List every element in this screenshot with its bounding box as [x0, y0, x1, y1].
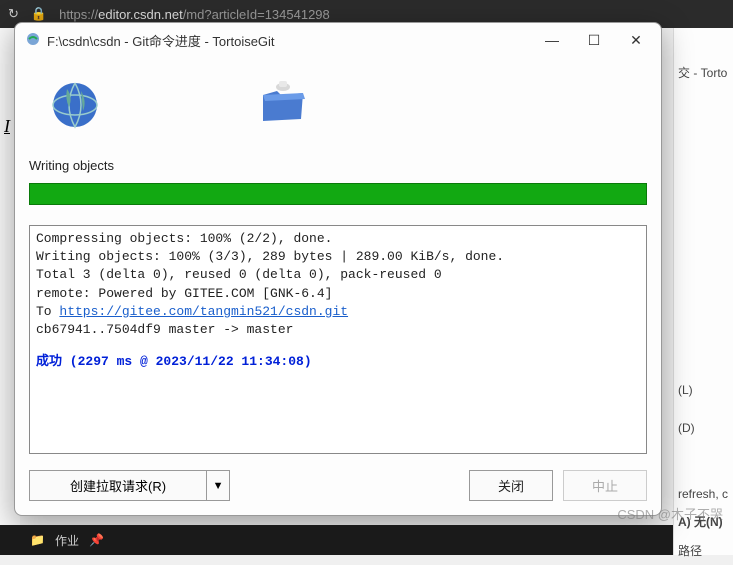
taskbar-pin-icon[interactable]: 📌: [89, 533, 104, 547]
close-window-button[interactable]: ✕: [615, 25, 657, 55]
bg-tab-fragment: 交 - Torto: [674, 58, 733, 87]
url-display[interactable]: https://editor.csdn.net/md?articleId=134…: [59, 7, 330, 22]
log-line: Compressing objects: 100% (2/2), done.: [36, 230, 640, 248]
folder-icon: [255, 77, 311, 134]
log-line: Writing objects: 100% (3/3), 289 bytes |…: [36, 248, 640, 266]
log-line: Total 3 (delta 0), reused 0 (delta 0), p…: [36, 266, 640, 284]
log-to-prefix: To: [36, 304, 59, 319]
progress-bar: [29, 183, 647, 205]
globe-icon: [49, 77, 105, 134]
minimize-button[interactable]: —: [531, 25, 573, 55]
titlebar: F:\csdn\csdn - Git命令进度 - TortoiseGit — ☐…: [15, 23, 661, 57]
log-success: 成功 (2297 ms @ 2023/11/22 11:34:08): [36, 353, 640, 371]
reload-icon[interactable]: ↻: [8, 6, 19, 22]
lock-icon: 🔒: [31, 6, 47, 22]
bg-right-panel: 交 - Torto (L) (D) refresh, c A) 无(N) 路径: [673, 28, 733, 555]
dropdown-arrow-icon[interactable]: ▼: [207, 471, 229, 500]
url-scheme: https://: [59, 7, 98, 22]
status-label: Writing objects: [29, 158, 647, 173]
maximize-button[interactable]: ☐: [573, 25, 615, 55]
remote-url-link[interactable]: https://gitee.com/tangmin521/csdn.git: [59, 304, 348, 319]
close-button[interactable]: 关闭: [469, 470, 553, 501]
bg-path-label: 路径: [674, 536, 733, 565]
log-line: remote: Powered by GITEE.COM [GNK-6.4]: [36, 285, 640, 303]
window-controls: — ☐ ✕: [531, 25, 657, 55]
taskbar-folder-label[interactable]: 作业: [55, 532, 79, 549]
url-host: editor.csdn.net: [98, 7, 183, 22]
log-line: cb67941..7504df9 master -> master: [36, 321, 640, 339]
button-row: 创建拉取请求(R) ▼ 关闭 中止: [29, 470, 647, 501]
log-line: To https://gitee.com/tangmin521/csdn.git: [36, 303, 640, 321]
url-path: /md?articleId=134541298: [183, 7, 330, 22]
taskbar-folder-icon[interactable]: 📁: [30, 533, 45, 547]
log-output[interactable]: Compressing objects: 100% (2/2), done. W…: [29, 225, 647, 454]
icon-row: [29, 67, 647, 152]
git-progress-dialog: F:\csdn\csdn - Git命令进度 - TortoiseGit — ☐…: [14, 22, 662, 516]
pull-request-button[interactable]: 创建拉取请求(R): [30, 471, 207, 500]
window-title: F:\csdn\csdn - Git命令进度 - TortoiseGit: [47, 31, 531, 50]
tortoisegit-icon: [25, 31, 41, 50]
bg-shortcut-l: (L): [674, 377, 733, 403]
abort-button: 中止: [563, 470, 647, 501]
bg-shortcut-d: (D): [674, 415, 733, 441]
dialog-body: Writing objects Compressing objects: 100…: [15, 57, 661, 515]
taskbar: 📁 作业 📌: [0, 525, 673, 555]
watermark: CSDN @木子不哭: [617, 504, 723, 523]
pull-request-split-button[interactable]: 创建拉取请求(R) ▼: [29, 470, 230, 501]
